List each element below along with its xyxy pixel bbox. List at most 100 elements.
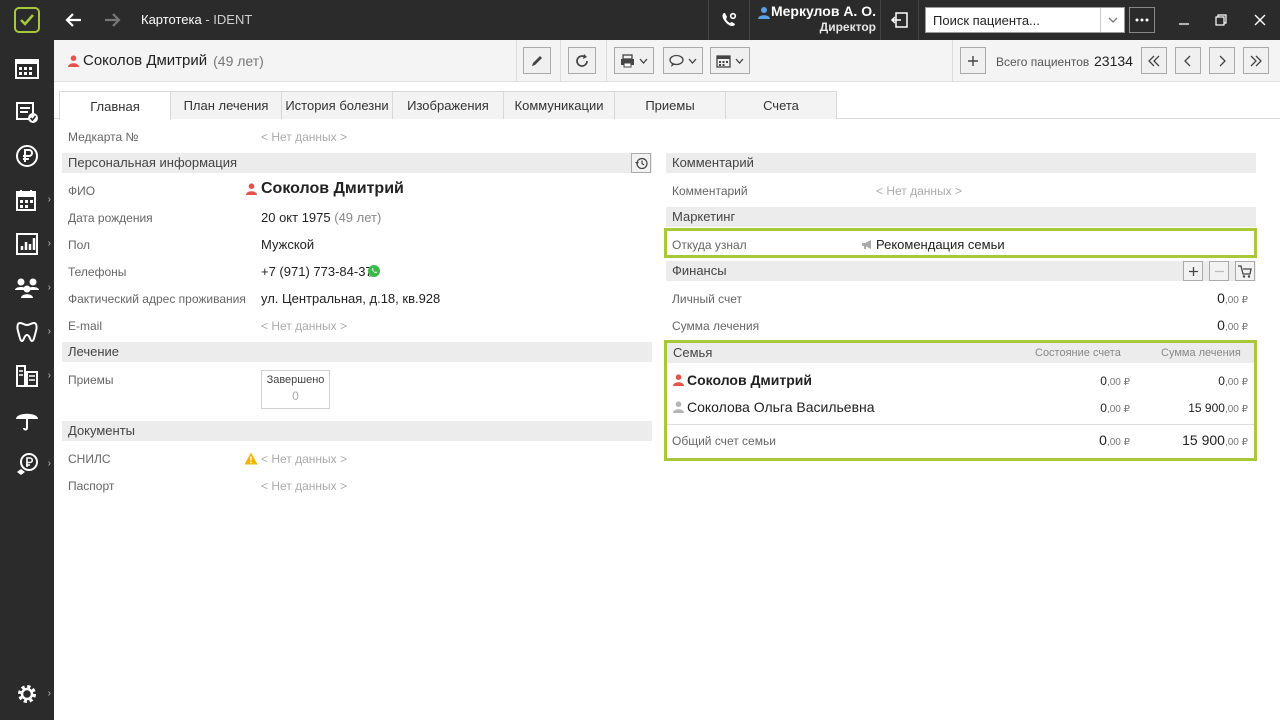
minimize-button[interactable]	[1172, 8, 1196, 32]
patient-search[interactable]	[925, 7, 1125, 33]
ruble-hand-icon	[17, 453, 38, 475]
history-clock-icon	[634, 157, 648, 169]
history-button[interactable]	[631, 153, 651, 173]
tab-treatment-plan[interactable]: План лечения	[170, 91, 282, 119]
visits-count: 0	[292, 389, 299, 403]
add-patient-button[interactable]	[960, 47, 986, 74]
treatment-section: Лечение	[62, 342, 652, 362]
sidebar-item-tasks[interactable]	[0, 92, 54, 132]
phone-settings-icon	[722, 12, 737, 26]
comment-value[interactable]: < Нет данных >	[876, 184, 962, 198]
family-member-name[interactable]: Соколов Дмитрий	[687, 372, 812, 388]
family-member-account-dec: ,00 ₽	[1106, 377, 1130, 388]
forward-button[interactable]	[100, 8, 124, 32]
sidebar-item-warehouse[interactable]: ›	[0, 356, 54, 396]
medcard-label: Медкарта №	[68, 130, 139, 144]
back-button[interactable]	[62, 8, 86, 32]
gender-label: Пол	[68, 238, 91, 252]
switch-user-button[interactable]	[888, 8, 912, 32]
medcard-value[interactable]: < Нет данных >	[261, 130, 347, 144]
telephony-button[interactable]	[717, 8, 741, 32]
patient-search-input[interactable]	[926, 8, 1096, 32]
ellipsis-icon	[1135, 18, 1149, 22]
remove-finance-button[interactable]	[1209, 261, 1229, 281]
maximize-button[interactable]	[1209, 8, 1233, 32]
search-dropdown-button[interactable]	[1100, 8, 1124, 32]
warning-icon	[244, 452, 258, 465]
family-member-sum-dec: ,00 ₽	[1224, 404, 1248, 415]
email-value[interactable]: < Нет данных >	[261, 319, 347, 333]
user-role: Директор	[819, 20, 876, 34]
treatment-sum-int: 0	[1217, 317, 1225, 333]
gender-value[interactable]: Мужской	[261, 237, 314, 252]
family-member-sum-int: 15 900	[1188, 401, 1225, 415]
more-button[interactable]	[1129, 7, 1155, 33]
family-total-account-int: 0	[1099, 432, 1107, 448]
sidebar-item-payments[interactable]	[0, 136, 54, 176]
restore-icon	[1215, 14, 1227, 26]
passport-value[interactable]: < Нет данных >	[261, 479, 347, 493]
sidebar-item-insurance[interactable]	[0, 400, 54, 440]
address-value[interactable]: ул. Центральная, д.18, кв.928	[261, 291, 440, 306]
chevron-right-icon: ›	[47, 238, 51, 249]
visits-completed-card[interactable]: Завершено 0	[261, 370, 330, 409]
cart-icon	[1238, 264, 1252, 278]
user-name: Меркулов А. О.	[770, 3, 876, 19]
last-patient-button[interactable]	[1243, 47, 1269, 74]
sidebar-item-planner[interactable]: ›	[0, 180, 54, 220]
tab-images[interactable]: Изображения	[392, 91, 504, 119]
fio-value[interactable]: Соколов Дмитрий	[261, 180, 404, 198]
phone-value[interactable]: +7 (971) 773-84-37	[261, 264, 373, 279]
tab-medical-history[interactable]: История болезни	[281, 91, 393, 119]
sidebar-item-staff[interactable]: ›	[0, 268, 54, 308]
megaphone-icon	[862, 240, 871, 249]
close-button[interactable]	[1248, 8, 1272, 32]
tab-main[interactable]: Главная	[59, 91, 171, 120]
chevron-down-icon	[688, 58, 697, 64]
logo-check-icon	[14, 7, 40, 33]
edit-button[interactable]	[523, 47, 551, 74]
window-title-text: Картотека	[141, 12, 202, 27]
divider	[952, 40, 953, 82]
birth-date-value[interactable]: 20 окт 1975 (49 лет)	[261, 210, 381, 225]
sidebar-item-finance[interactable]: ›	[0, 444, 54, 484]
tab-invoices[interactable]: Счета	[725, 91, 837, 119]
previous-patient-button[interactable]	[1175, 47, 1201, 74]
calendar-icon	[16, 190, 36, 211]
address-label: Фактический адрес проживания	[68, 292, 246, 306]
tooth-icon	[16, 321, 38, 343]
app-name: - IDENT	[201, 12, 253, 27]
refresh-button[interactable]	[568, 47, 596, 74]
family-total-sum-dec: ,00 ₽	[1224, 437, 1248, 448]
tab-communications[interactable]: Коммуникации	[503, 91, 615, 119]
divider	[880, 0, 881, 40]
family-col-account: Состояние счета	[1035, 347, 1121, 359]
current-user[interactable]: Меркулов А. О. Директор	[752, 3, 876, 34]
minimize-icon	[1179, 23, 1189, 25]
source-value[interactable]: Рекомендация семьи	[876, 237, 1005, 252]
print-button[interactable]	[614, 47, 654, 74]
next-patient-button[interactable]	[1209, 47, 1235, 74]
family-total-label: Общий счет семьи	[672, 434, 776, 448]
add-finance-button[interactable]	[1183, 261, 1203, 281]
sidebar-item-dental[interactable]: ›	[0, 312, 54, 352]
app-logo[interactable]	[0, 0, 54, 40]
schedule-button[interactable]	[710, 47, 750, 74]
chevron-right-icon	[1219, 55, 1226, 66]
personal-account-value: 0,00 ₽	[1130, 290, 1248, 306]
sidebar-item-reports[interactable]: ›	[0, 224, 54, 264]
snils-value[interactable]: < Нет данных >	[261, 452, 347, 466]
family-total-sum-int: 15 900	[1182, 432, 1225, 448]
sidebar-item-schedule[interactable]	[0, 48, 54, 88]
first-patient-button[interactable]	[1141, 47, 1167, 74]
tab-visits[interactable]: Приемы	[614, 91, 726, 119]
family-member-name[interactable]: Соколова Ольга Васильевна	[687, 399, 875, 415]
ruble-coin-icon	[16, 145, 38, 167]
refresh-icon	[576, 53, 588, 67]
sidebar-item-settings[interactable]: ›	[0, 674, 54, 714]
cart-button[interactable]	[1235, 261, 1255, 281]
double-chevron-right-icon	[1250, 55, 1262, 66]
message-button[interactable]	[663, 47, 703, 74]
comment-label: Комментарий	[672, 184, 748, 198]
whatsapp-icon[interactable]	[367, 264, 381, 278]
